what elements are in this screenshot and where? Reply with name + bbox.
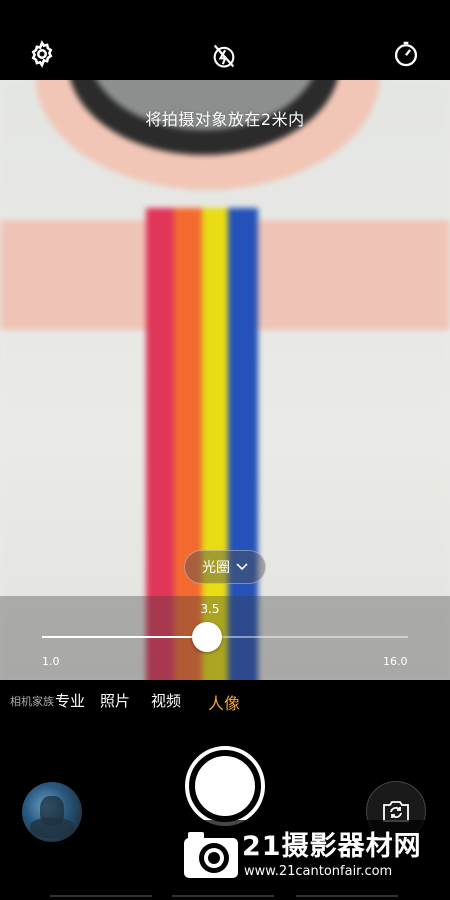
- camera-preview: [0, 80, 450, 680]
- mode-camera-family[interactable]: 相机家族: [10, 693, 54, 709]
- nav-indicator-left: [50, 895, 152, 897]
- mode-portrait[interactable]: 人像: [208, 690, 240, 714]
- aperture-slider-thumb[interactable]: [191, 622, 222, 652]
- gallery-thumbnail[interactable]: [22, 782, 82, 842]
- camera-mode-bar: 相机家族 专业 照片 视频 人像: [0, 690, 450, 718]
- flash-off-icon[interactable]: [208, 40, 240, 72]
- mode-pro[interactable]: 专业: [55, 690, 85, 711]
- focus-hint: 将拍摄对象放在2米内: [145, 110, 305, 129]
- aperture-dropdown[interactable]: 光圈: [184, 550, 266, 584]
- shutter-button[interactable]: [185, 746, 265, 826]
- aperture-min-label: 1.0: [42, 655, 60, 668]
- aperture-value: 3.5: [200, 602, 220, 616]
- mode-photo[interactable]: 照片: [100, 690, 130, 711]
- mode-video[interactable]: 视频: [151, 690, 181, 711]
- watermark-url: www.21cantonfair.com: [244, 864, 393, 879]
- aperture-slider-fill: [42, 636, 207, 638]
- viewfinder[interactable]: [0, 80, 450, 680]
- watermark: 21摄影器材网 www.21cantonfair.com: [180, 820, 440, 890]
- timer-icon[interactable]: [390, 38, 422, 70]
- chevron-down-icon: [236, 563, 248, 571]
- top-bar: [0, 0, 450, 80]
- nav-indicator-middle: [172, 895, 274, 897]
- shutter-inner: [195, 756, 255, 816]
- camera-logo-icon: [184, 832, 238, 878]
- aperture-label: 光圈: [202, 560, 230, 576]
- aperture-max-label: 16.0: [383, 655, 408, 668]
- gear-icon[interactable]: [26, 38, 58, 70]
- watermark-title: 21摄影器材网: [242, 831, 422, 862]
- nav-indicator-right: [296, 895, 398, 897]
- aperture-slider-track[interactable]: [42, 636, 408, 638]
